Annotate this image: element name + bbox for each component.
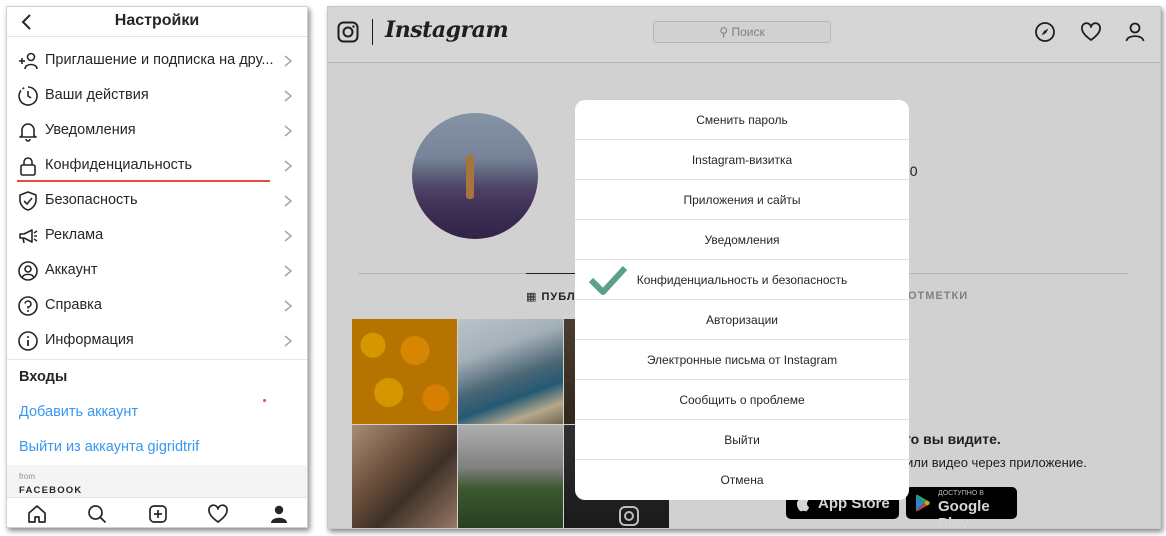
- settings-item-label: Приглашение и подписка на дру...: [45, 52, 274, 68]
- settings-item-label: Аккаунт: [45, 262, 98, 278]
- desktop-profile-screen: Instagram ⚲ Поиск ки: 0 ▦ ПУБЛИ ОТМЕТКИ …: [327, 6, 1161, 529]
- profile-icon[interactable]: [268, 503, 290, 525]
- chevron-right-icon: [284, 160, 293, 172]
- chevron-right-icon: [284, 230, 293, 242]
- highlight-underline: [17, 180, 270, 182]
- menu-item-emails[interactable]: Электронные письма от Instagram: [575, 340, 909, 380]
- chevron-right-icon: [284, 265, 293, 277]
- chevron-right-icon: [284, 195, 293, 207]
- settings-item-label: Уведомления: [45, 122, 136, 138]
- settings-item-label: Справка: [45, 297, 102, 313]
- menu-item-label: Конфиденциальность и безопасность: [636, 273, 848, 287]
- logins-heading: Входы: [19, 369, 68, 385]
- settings-item-label: Безопасность: [45, 192, 138, 208]
- heart-icon[interactable]: [207, 503, 229, 525]
- menu-item-cancel[interactable]: Отмена: [575, 460, 909, 500]
- info-icon: [18, 331, 38, 351]
- menu-item-nametag[interactable]: Instagram-визитка: [575, 140, 909, 180]
- settings-item-invite[interactable]: Приглашение и подписка на дру...: [7, 43, 307, 78]
- settings-item-label: Ваши действия: [45, 87, 149, 103]
- from-label: from: [19, 472, 35, 481]
- settings-item-label: Реклама: [45, 227, 104, 243]
- chevron-right-icon: [284, 335, 293, 347]
- menu-item-notifications[interactable]: Уведомления: [575, 220, 909, 260]
- page-title: Настройки: [114, 12, 200, 29]
- search-icon[interactable]: [86, 503, 108, 525]
- settings-item-activity[interactable]: Ваши действия: [7, 78, 307, 113]
- help-icon: [18, 296, 38, 316]
- divider: [7, 359, 307, 360]
- home-icon[interactable]: [26, 503, 48, 525]
- chevron-right-icon: [284, 90, 293, 102]
- checkmark-icon: [588, 265, 628, 295]
- settings-item-account[interactable]: Аккаунт: [7, 253, 307, 288]
- settings-item-security[interactable]: Безопасность: [7, 183, 307, 218]
- settings-item-label: Конфиденциальность: [45, 157, 193, 173]
- settings-item-privacy[interactable]: Конфиденциальность: [7, 148, 307, 183]
- chevron-right-icon: [284, 300, 293, 312]
- bottom-tab-bar: [7, 497, 307, 527]
- settings-list: Приглашение и подписка на дру... Ваши де…: [7, 43, 307, 358]
- megaphone-icon: [19, 229, 38, 244]
- menu-item-apps-websites[interactable]: Приложения и сайты: [575, 180, 909, 220]
- chevron-right-icon: [284, 125, 293, 137]
- menu-item-report-problem[interactable]: Сообщить о проблеме: [575, 380, 909, 420]
- settings-item-label: Информация: [45, 332, 134, 348]
- create-icon[interactable]: [147, 503, 169, 525]
- lock-icon: [20, 157, 36, 176]
- menu-item-logout[interactable]: Выйти: [575, 420, 909, 460]
- from-facebook-footer: from FACEBOOK: [7, 465, 307, 501]
- chevron-right-icon: [284, 55, 293, 67]
- mobile-settings-screen: Настройки Приглашение и подписка на дру.…: [6, 6, 308, 528]
- menu-item-login-activity[interactable]: Авторизации: [575, 300, 909, 340]
- add-account-link[interactable]: Добавить аккаунт: [19, 404, 138, 420]
- settings-item-help[interactable]: Справка: [7, 288, 307, 323]
- red-marker-dot: [263, 399, 266, 402]
- menu-item-privacy-security[interactable]: Конфиденциальность и безопасность: [575, 260, 909, 300]
- bell-icon: [19, 123, 37, 142]
- settings-menu-modal: Сменить пароль Instagram-визитка Приложе…: [575, 100, 909, 500]
- settings-item-info[interactable]: Информация: [7, 323, 307, 358]
- settings-item-notifications[interactable]: Уведомления: [7, 113, 307, 148]
- settings-item-ads[interactable]: Реклама: [7, 218, 307, 253]
- shield-icon: [19, 191, 37, 211]
- menu-item-change-password[interactable]: Сменить пароль: [575, 100, 909, 140]
- settings-header: Настройки: [7, 7, 307, 37]
- add-person-icon: [19, 52, 38, 70]
- logout-link[interactable]: Выйти из аккаунта gigridtrif: [19, 439, 199, 455]
- facebook-label: FACEBOOK: [19, 485, 83, 496]
- activity-icon: [18, 86, 38, 106]
- account-icon: [18, 261, 38, 281]
